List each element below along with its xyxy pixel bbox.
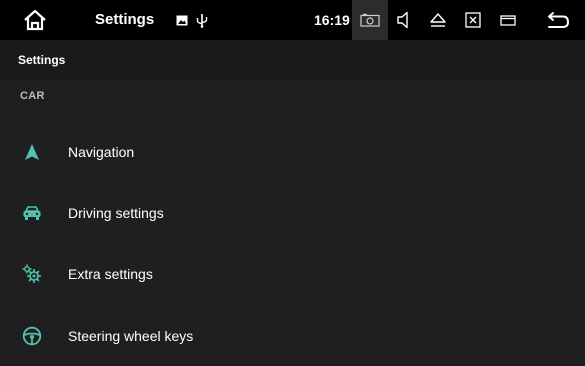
list-item-label: Driving settings	[68, 205, 164, 221]
settings-header: Settings	[0, 40, 585, 80]
back-icon	[548, 12, 570, 28]
volume-icon	[397, 11, 408, 29]
settings-list: CAR Navigation Driving settings Extra se…	[0, 80, 585, 346]
camera-icon	[360, 13, 380, 27]
car-icon	[20, 201, 44, 225]
close-window-button[interactable]	[461, 0, 485, 40]
section-header-car: CAR	[20, 90, 45, 102]
picture-icon	[176, 15, 188, 25]
list-item-label: Navigation	[68, 144, 135, 160]
eject-button[interactable]	[426, 0, 450, 40]
list-item-label: Steering wheel keys	[68, 328, 194, 344]
gears-icon	[20, 262, 44, 286]
page-title: Settings	[18, 53, 66, 67]
list-item-navigation[interactable]: Navigation	[0, 122, 585, 182]
recent-apps-button[interactable]	[496, 0, 520, 40]
steering-wheel-icon	[20, 324, 44, 348]
list-item-driving-settings[interactable]: Driving settings	[0, 183, 585, 243]
status-bar: Settings 16:19	[0, 0, 585, 40]
home-button[interactable]	[18, 0, 52, 40]
clock: 16:19	[314, 12, 350, 28]
usb-notification	[195, 0, 209, 40]
navigation-arrow-icon	[20, 140, 44, 164]
camera-button-icon-wrap[interactable]	[352, 0, 388, 40]
close-window-icon	[465, 12, 481, 28]
usb-icon	[196, 13, 208, 28]
statusbar-title: Settings	[95, 11, 155, 28]
volume-button[interactable]	[394, 0, 414, 40]
home-icon	[24, 9, 46, 31]
picture-notification	[174, 0, 190, 40]
list-item-steering-wheel-keys[interactable]: Steering wheel keys	[0, 306, 585, 366]
list-item-extra-settings[interactable]: Extra settings	[0, 244, 585, 304]
eject-icon	[430, 13, 446, 27]
back-button[interactable]	[543, 0, 573, 40]
window-icon	[500, 15, 516, 26]
list-item-label: Extra settings	[68, 266, 153, 282]
